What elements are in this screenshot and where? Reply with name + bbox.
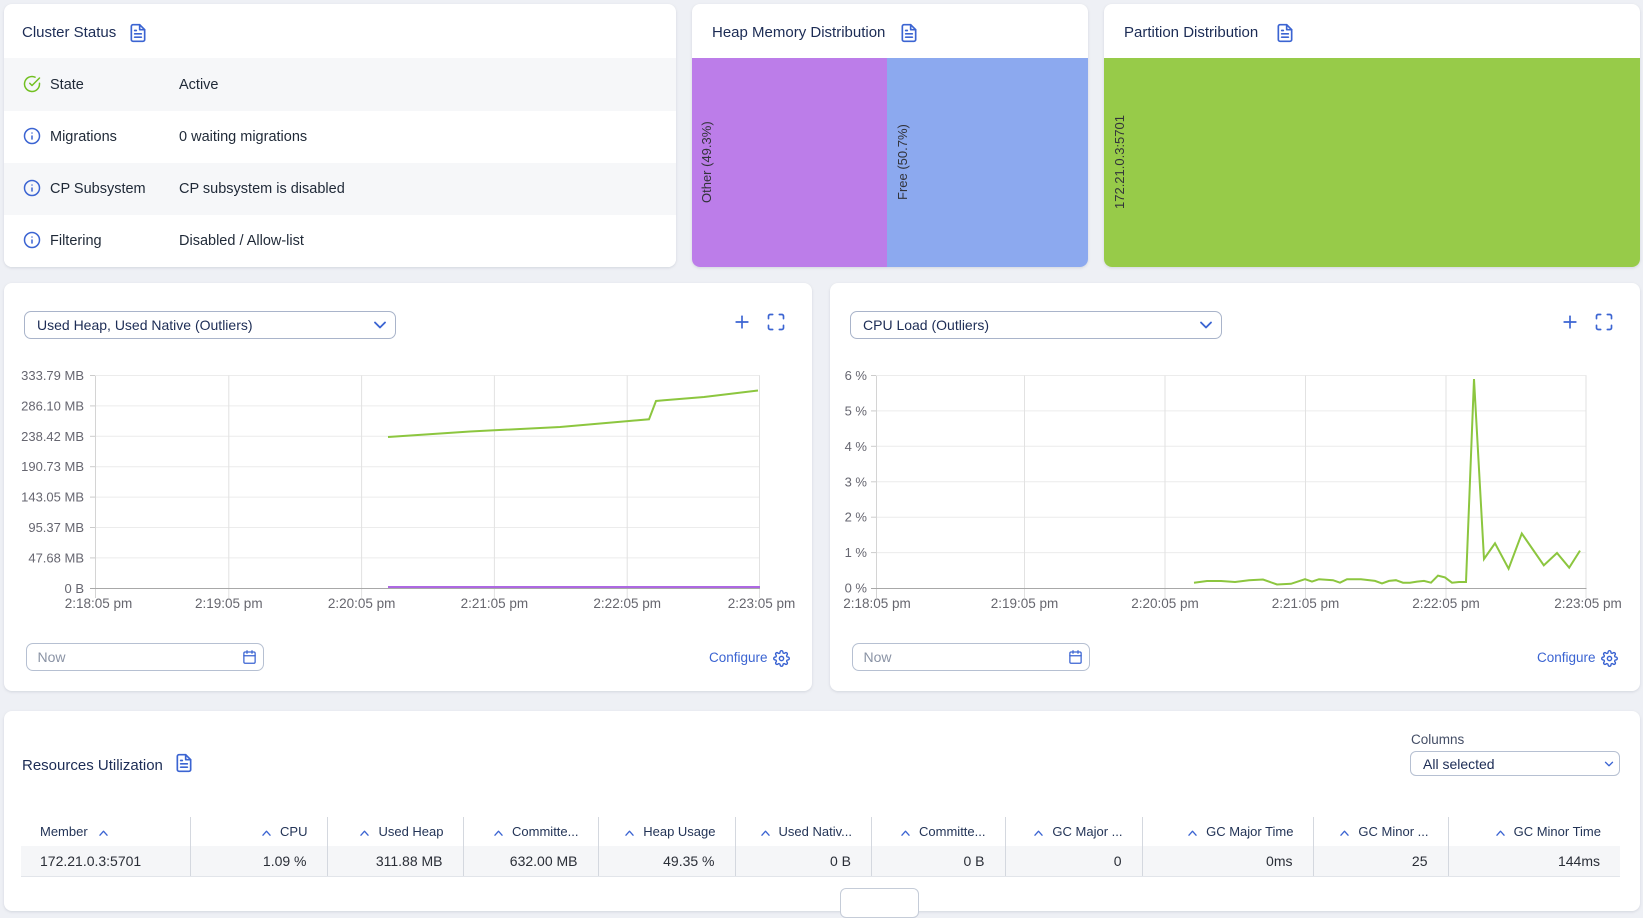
svg-text:333.79 MB: 333.79 MB [21,368,84,383]
svg-text:2:22:05 pm: 2:22:05 pm [1412,596,1480,611]
svg-text:2:23:05 pm: 2:23:05 pm [1554,596,1622,611]
svg-text:238.42 MB: 238.42 MB [21,429,84,444]
svg-text:2:21:05 pm: 2:21:05 pm [1272,596,1340,611]
svg-text:47.68 MB: 47.68 MB [28,550,84,565]
svg-text:0 B: 0 B [64,581,84,596]
svg-text:1 %: 1 % [845,545,868,560]
svg-text:143.05 MB: 143.05 MB [21,490,84,505]
svg-text:2:19:05 pm: 2:19:05 pm [195,596,263,611]
svg-text:2:18:05 pm: 2:18:05 pm [65,596,133,611]
svg-text:95.37 MB: 95.37 MB [28,520,84,535]
svg-text:2:20:05 pm: 2:20:05 pm [1131,596,1199,611]
svg-text:4 %: 4 % [845,439,868,454]
svg-text:286.10 MB: 286.10 MB [21,398,84,413]
svg-text:2:21:05 pm: 2:21:05 pm [461,596,529,611]
svg-text:190.73 MB: 190.73 MB [21,459,84,474]
svg-text:5 %: 5 % [845,403,868,418]
svg-text:6 %: 6 % [845,368,868,383]
svg-text:2:23:05 pm: 2:23:05 pm [728,596,796,611]
svg-text:2:19:05 pm: 2:19:05 pm [991,596,1059,611]
svg-text:2:20:05 pm: 2:20:05 pm [328,596,396,611]
svg-text:2 %: 2 % [845,510,868,525]
svg-text:2:22:05 pm: 2:22:05 pm [593,596,661,611]
svg-text:2:18:05 pm: 2:18:05 pm [843,596,911,611]
svg-text:3 %: 3 % [845,474,868,489]
svg-text:0 %: 0 % [845,581,868,596]
